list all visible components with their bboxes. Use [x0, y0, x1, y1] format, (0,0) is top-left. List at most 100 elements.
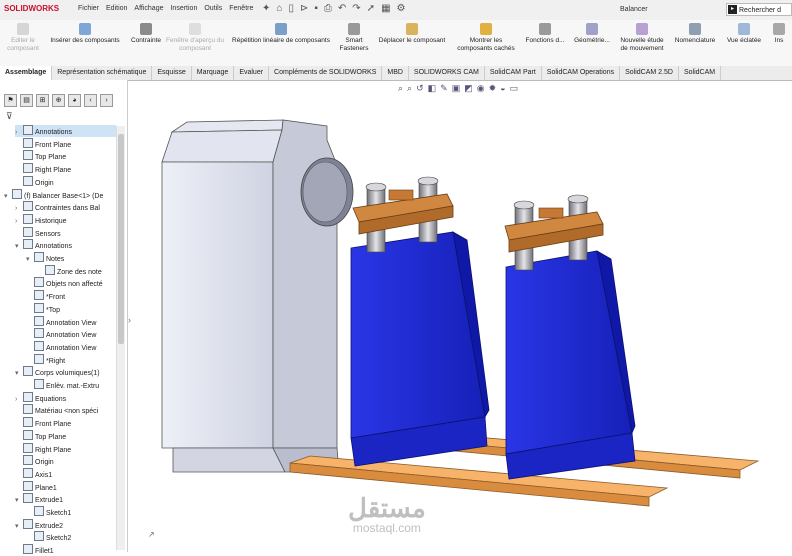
tree-item[interactable]: Origin: [15, 455, 116, 467]
tab-solidcam-25d[interactable]: SolidCAM 2.5D: [620, 66, 679, 80]
home-icon[interactable]: ⌂: [276, 3, 282, 14]
tab-solidcam[interactable]: SolidCAM: [679, 66, 722, 80]
menu-insertion[interactable]: Insertion: [170, 5, 197, 12]
tab-esquisse[interactable]: Esquisse: [152, 66, 192, 80]
tree-expander-icon[interactable]: ▾: [15, 521, 23, 531]
menu-fichier[interactable]: Fichier: [78, 5, 99, 12]
menu-edition[interactable]: Edition: [106, 5, 127, 12]
tree-scrollbar[interactable]: [116, 126, 125, 550]
display-manager-tab-icon[interactable]: ◕: [68, 94, 81, 107]
redo-icon[interactable]: ↷: [352, 3, 360, 14]
tree-item[interactable]: Annotation View: [26, 315, 116, 328]
rebuild-icon[interactable]: ▦: [381, 3, 390, 14]
tree-expander-icon[interactable]: ▾: [15, 495, 23, 505]
tab-solidworks-cam[interactable]: SOLIDWORKS CAM: [409, 66, 485, 80]
tree-expander-icon[interactable]: ›: [15, 203, 23, 213]
tree-expander-icon[interactable]: ▾: [15, 241, 23, 251]
tree-item[interactable]: › Historique: [15, 213, 116, 226]
save-icon[interactable]: ▪: [314, 3, 318, 14]
tree-item[interactable]: Objets non affecté: [26, 277, 116, 289]
tab-solidcam-part[interactable]: SolidCAM Part: [485, 66, 542, 80]
tree-item[interactable]: Top Plane: [15, 429, 116, 442]
tree-item[interactable]: Axis1: [15, 467, 116, 480]
linear-component-pattern-button[interactable]: Répétition linéaire de composants: [224, 23, 338, 45]
search-input[interactable]: ▸ Rechercher d: [726, 3, 792, 16]
feature-manager-tab-icon[interactable]: ⚑: [4, 94, 17, 107]
panel-scroll-left-icon[interactable]: ‹: [84, 94, 97, 107]
tree-item[interactable]: ▾ (f) Balancer Base<1> (De: [4, 188, 116, 201]
tab-representation-schematique[interactable]: Représentation schématique: [52, 66, 153, 80]
tree-scrollbar-thumb[interactable]: [118, 134, 124, 344]
dimxpert-tab-icon[interactable]: ⊕: [52, 94, 65, 107]
tree-item[interactable]: ▾ Extrude2: [15, 518, 116, 531]
graphics-area[interactable]: [127, 80, 792, 552]
tree-item[interactable]: › Equations: [15, 391, 116, 404]
property-manager-tab-icon[interactable]: ▤: [20, 94, 33, 107]
tree-item[interactable]: Right Plane: [15, 442, 116, 455]
mate-button[interactable]: Contrainte: [126, 23, 166, 45]
tree-item[interactable]: ▾ Annotations: [15, 239, 116, 251]
options-gear-icon[interactable]: ⚙: [397, 3, 406, 14]
tree-item[interactable]: ▾ Corps volumiques(1): [15, 366, 116, 378]
tab-evaluer[interactable]: Evaluer: [234, 66, 270, 80]
new-motion-study-button[interactable]: Nouvelle étude de mouvement: [616, 23, 668, 53]
tree-item[interactable]: › Annotations: [15, 125, 116, 137]
tree-expander-icon[interactable]: ›: [15, 216, 23, 226]
tree-item[interactable]: Origin: [15, 175, 116, 188]
print-icon[interactable]: ⎙: [324, 3, 332, 14]
assembly-features-button[interactable]: Fonctions d...: [522, 23, 568, 45]
tree-item[interactable]: *Top: [26, 302, 116, 315]
menu-outils[interactable]: Outils: [204, 5, 222, 12]
component-preview-window-button[interactable]: Fenêtre d'aperçu du composant: [166, 23, 224, 53]
panel-scroll-right-icon[interactable]: ›: [100, 94, 113, 107]
open-icon[interactable]: ⊳: [300, 3, 308, 14]
move-component-button[interactable]: Déplacer le composant: [372, 23, 452, 45]
tab-assemblage[interactable]: Assemblage: [0, 66, 53, 80]
tree-item[interactable]: Fillet1: [15, 544, 116, 556]
tree-item[interactable]: Plane1: [15, 480, 116, 493]
instant3d-button[interactable]: Ins: [768, 23, 790, 45]
tree-item[interactable]: ▾ Extrude1: [15, 493, 116, 505]
tab-solidcam-operations[interactable]: SolidCAM Operations: [542, 66, 621, 80]
bill-of-materials-button[interactable]: Nomenclature: [670, 23, 720, 45]
tree-expander-icon[interactable]: ▾: [4, 191, 12, 201]
tree-item[interactable]: Sensors: [15, 226, 116, 239]
tab-complements[interactable]: Compléments de SOLIDWORKS: [269, 66, 383, 80]
insert-components-button[interactable]: Insérer des composants: [44, 23, 126, 45]
menu-fenetre[interactable]: Fenêtre: [229, 5, 253, 12]
tree-item[interactable]: Sketch2: [26, 531, 116, 543]
show-hidden-components-button[interactable]: Montrer les composants cachés: [452, 23, 520, 53]
tree-item[interactable]: Right Plane: [15, 163, 116, 175]
tree-item[interactable]: Sketch1: [26, 506, 116, 518]
tree-expander-icon[interactable]: ▾: [15, 368, 23, 378]
right-blue-carriage[interactable]: [504, 194, 636, 480]
tree-item[interactable]: Front Plane: [15, 137, 116, 150]
tree-item[interactable]: Annotation View: [26, 340, 116, 353]
configuration-manager-tab-icon[interactable]: ⊞: [36, 94, 49, 107]
reference-geometry-button[interactable]: Géométrie...: [570, 23, 614, 45]
tree-item[interactable]: ▾ Notes: [26, 252, 116, 264]
new-file-icon[interactable]: ▯: [288, 3, 294, 14]
tree-item[interactable]: Front Plane: [15, 417, 116, 429]
tree-item[interactable]: Enlèv. mat.-Extru: [26, 379, 116, 391]
tree-item[interactable]: Annotation View: [26, 328, 116, 340]
pin-icon[interactable]: ✦: [262, 3, 270, 14]
filter-icon[interactable]: ⊽: [6, 111, 13, 122]
tree-item[interactable]: Top Plane: [15, 150, 116, 162]
select-icon[interactable]: ➚: [367, 3, 375, 14]
tree-expander-icon[interactable]: ›: [15, 127, 23, 137]
tab-marquage[interactable]: Marquage: [192, 66, 235, 80]
tree-item[interactable]: *Front: [26, 290, 116, 302]
tree-item[interactable]: Zone des note: [37, 264, 116, 277]
tree-expander-icon[interactable]: ›: [15, 394, 23, 404]
balancer-base-housing[interactable]: [161, 119, 354, 473]
undo-icon[interactable]: ↶: [338, 3, 346, 14]
edit-component-button[interactable]: Editer le composant: [4, 23, 42, 53]
tree-expander-icon[interactable]: ▾: [26, 254, 34, 264]
exploded-view-button[interactable]: Vue éclatée: [722, 23, 766, 45]
tree-item[interactable]: › Contraintes dans Bal: [15, 201, 116, 213]
smart-fasteners-button[interactable]: Smart Fasteners: [338, 23, 370, 53]
tab-mbd[interactable]: MBD: [382, 66, 409, 80]
menu-affichage[interactable]: Affichage: [134, 5, 163, 12]
left-blue-carriage[interactable]: [350, 176, 490, 467]
